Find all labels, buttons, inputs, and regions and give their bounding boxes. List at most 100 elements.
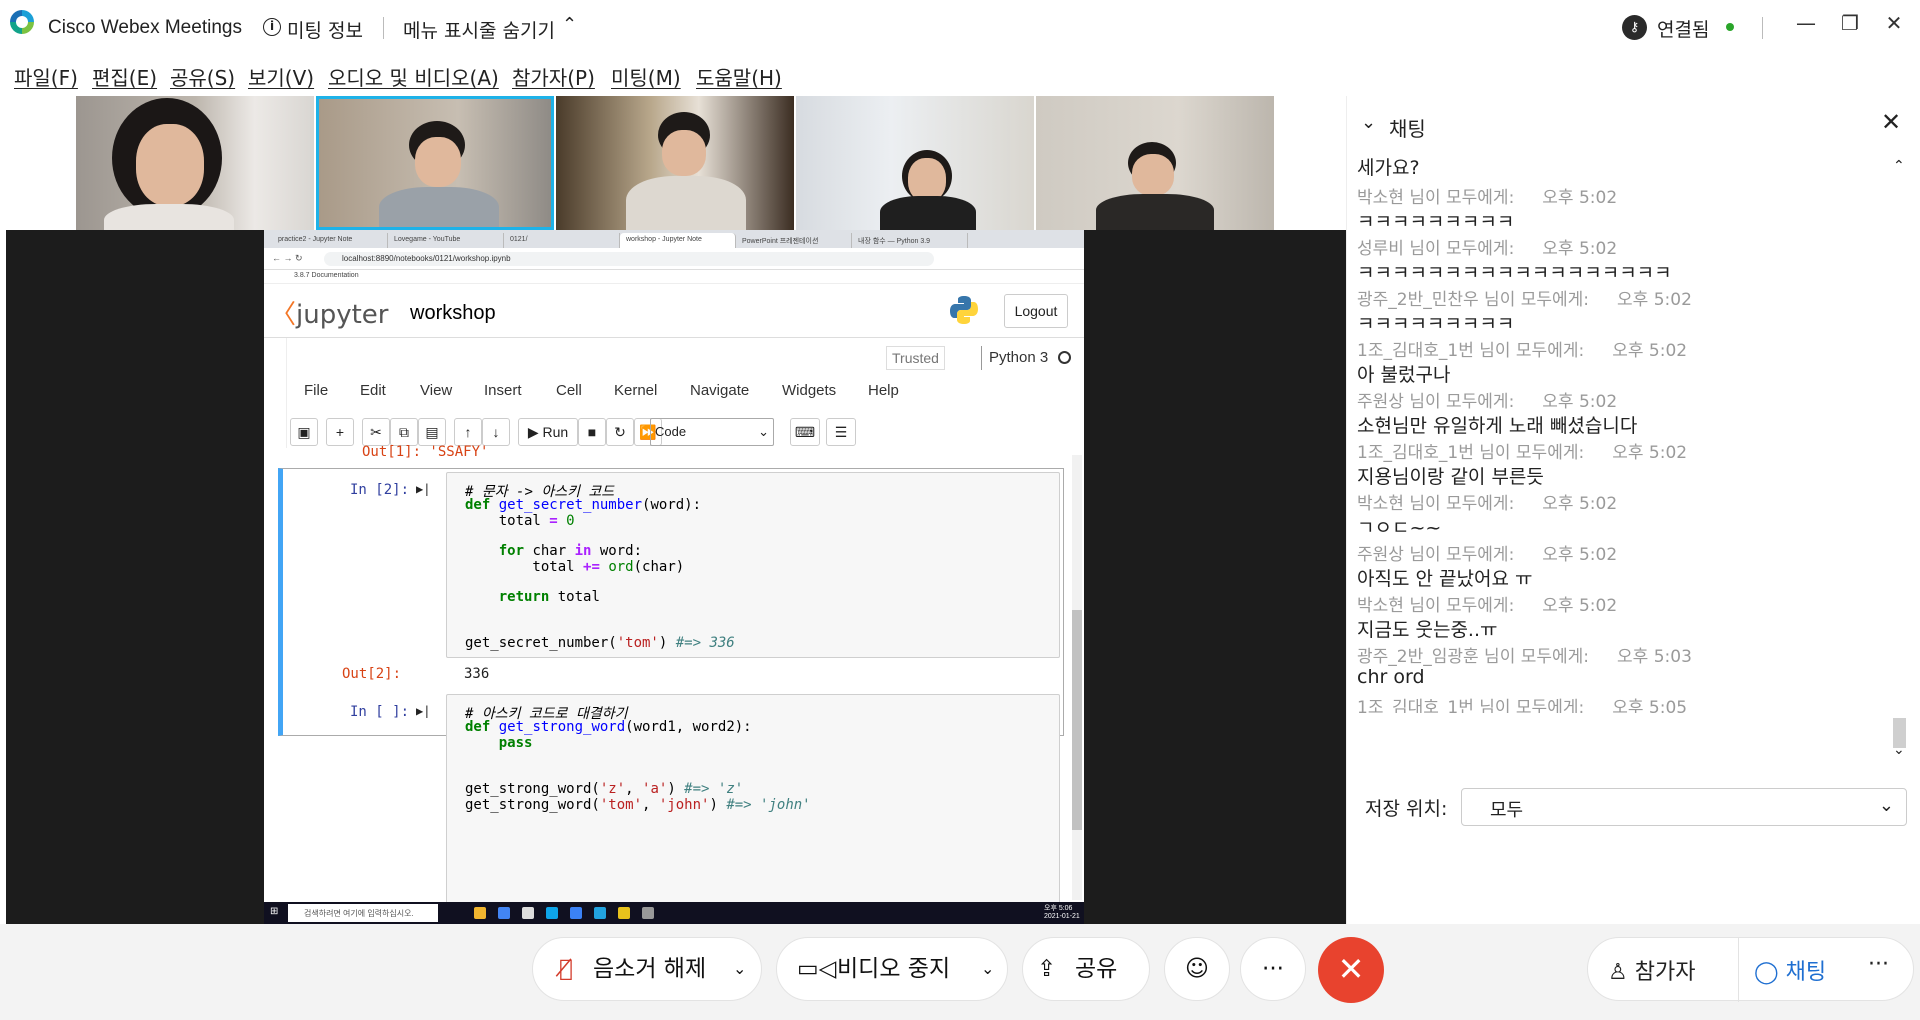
chevron-up-icon[interactable]: ⌃ bbox=[562, 14, 577, 35]
more-icon[interactable]: ··· bbox=[1868, 952, 1889, 977]
nb-menu-cell[interactable]: Cell bbox=[556, 382, 582, 399]
code-line: for char in word: bbox=[498, 543, 643, 559]
participant-video[interactable] bbox=[796, 96, 1034, 230]
meeting-info-button[interactable]: 미팅 정보 bbox=[287, 16, 363, 43]
nb-menu-edit[interactable]: Edit bbox=[360, 382, 386, 399]
run-cell-icon[interactable]: ▶| bbox=[416, 482, 430, 496]
participant-video[interactable] bbox=[556, 96, 794, 230]
menu-view[interactable]: 보기(V) bbox=[248, 62, 314, 91]
windows-taskbar: ⊞ 검색하려면 여기에 입력하십시오. 오후 5:06 2021-01-21 bbox=[264, 902, 1084, 924]
browser-tab[interactable]: 내장 함수 — Python 3.9 bbox=[852, 233, 968, 248]
stop-icon[interactable]: ■ bbox=[578, 418, 606, 446]
nav-arrows-icon[interactable]: ← → ↻ bbox=[272, 253, 303, 264]
browser-tab[interactable]: 0121/ bbox=[504, 233, 620, 248]
code-editor[interactable]: # 아스키 코드로 대결하기 def get_strong_word(word1… bbox=[446, 694, 1060, 924]
taskbar-search[interactable]: 검색하려면 여기에 입력하십시오. bbox=[288, 904, 438, 922]
info-icon[interactable]: i bbox=[263, 18, 281, 36]
nb-menu-file[interactable]: File bbox=[304, 382, 328, 399]
windows-start-icon[interactable]: ⊞ bbox=[270, 906, 278, 917]
hide-menubar-button[interactable]: 메뉴 표시줄 숨기기 bbox=[403, 16, 555, 43]
run-cell-icon[interactable]: ▶| bbox=[416, 704, 430, 718]
participant-video[interactable] bbox=[76, 96, 314, 230]
menu-audio-video[interactable]: 오디오 및 비디오(A) bbox=[328, 62, 499, 91]
browser-address-bar: ← → ↻ localhost:8890/notebooks/0121/work… bbox=[264, 248, 1084, 270]
paste-icon[interactable]: ▤ bbox=[418, 418, 446, 446]
unmute-button[interactable]: 🎙̸ 음소거 해제 ⌄ bbox=[532, 937, 762, 1001]
browser-tab[interactable]: Lovegame - YouTube bbox=[388, 233, 504, 248]
keyboard-icon[interactable]: ⌨ bbox=[790, 418, 820, 446]
browser-tab-active[interactable]: workshop - Jupyter Note bbox=[620, 233, 736, 248]
cut-icon[interactable]: ✂ bbox=[362, 418, 390, 446]
app-icon[interactable] bbox=[522, 907, 534, 919]
logout-button[interactable]: Logout bbox=[1004, 294, 1068, 328]
menu-meeting[interactable]: 미팅(M) bbox=[611, 62, 681, 91]
move-up-icon[interactable]: ↑ bbox=[454, 418, 482, 446]
code-line: get_strong_word('tom', 'john') #=> 'john… bbox=[465, 797, 811, 813]
save-icon[interactable]: ▣ bbox=[290, 418, 318, 446]
add-cell-icon[interactable]: + bbox=[326, 418, 354, 446]
chat-message-meta: 성루비 님이 모두에게: 오후 5:02 bbox=[1357, 234, 1887, 259]
nb-menu-kernel[interactable]: Kernel bbox=[614, 382, 657, 399]
copy-icon[interactable]: ⧉ bbox=[390, 418, 418, 446]
app-icon[interactable] bbox=[618, 907, 630, 919]
more-options-button[interactable]: ··· bbox=[1240, 937, 1306, 1001]
chat-time: 오후 5:02 bbox=[1542, 596, 1618, 616]
save-to-select[interactable]: 모두 ⌄ bbox=[1461, 788, 1907, 826]
close-icon[interactable]: ✕ bbox=[1881, 108, 1901, 136]
nb-menu-help[interactable]: Help bbox=[868, 382, 899, 399]
chat-message-list: 세가요? 박소현 님이 모두에게: 오후 5:02 ㅋㅋㅋㅋㅋㅋㅋㅋㅋ 성루비 님이 … bbox=[1357, 153, 1887, 713]
end-meeting-button[interactable]: ✕ bbox=[1318, 937, 1384, 1003]
nb-menu-navigate[interactable]: Navigate bbox=[690, 382, 749, 399]
scroll-up-icon[interactable]: ⌃ bbox=[1893, 158, 1905, 174]
code-line: return total bbox=[498, 589, 600, 605]
chat-button[interactable]: ◯ 채팅 bbox=[1754, 954, 1826, 986]
browser-tab[interactable]: practice2 - Jupyter Note bbox=[272, 233, 388, 248]
notebook-toolbar: ▣ + ✂ ⧉ ▤ ↑ ↓ ▶ Run ■ ↻ ⏩ Code ⌄ ⌨ ☰ bbox=[286, 412, 1066, 448]
folder-icon[interactable] bbox=[474, 907, 486, 919]
share-button[interactable]: ⇪ 공유 bbox=[1022, 937, 1150, 1001]
participant-video[interactable] bbox=[1036, 96, 1274, 230]
restore-button[interactable]: ❐ bbox=[1830, 6, 1870, 40]
move-down-icon[interactable]: ↓ bbox=[482, 418, 510, 446]
url-field[interactable]: localhost:8890/notebooks/0121/workshop.i… bbox=[324, 252, 934, 266]
stop-video-button[interactable]: ▭◁ 비디오 중지 ⌄ bbox=[776, 937, 1008, 1001]
menu-help[interactable]: 도움말(H) bbox=[696, 62, 782, 91]
code-editor[interactable]: # 문자 -> 아스키 코드 def get_secret_number(wor… bbox=[446, 472, 1060, 658]
chevron-down-icon[interactable]: ⌄ bbox=[981, 938, 994, 1000]
bookmark-item[interactable]: 3.8.7 Documentation bbox=[294, 272, 359, 279]
menu-edit[interactable]: 편집(E) bbox=[92, 62, 157, 91]
app-icon[interactable] bbox=[546, 907, 558, 919]
reactions-button[interactable]: ☺ bbox=[1164, 937, 1230, 1001]
command-palette-icon[interactable]: ☰ bbox=[826, 418, 856, 446]
close-window-button[interactable]: ✕ bbox=[1874, 6, 1914, 40]
menu-participants[interactable]: 참가자(P) bbox=[512, 62, 595, 91]
notebook-name[interactable]: workshop bbox=[410, 302, 496, 325]
menu-file[interactable]: 파일(F) bbox=[14, 62, 78, 91]
chrome-icon[interactable] bbox=[498, 907, 510, 919]
browser-tab-bar: practice2 - Jupyter Note Lovegame - YouT… bbox=[264, 230, 1084, 248]
chat-message-meta: 광주_2반_임광훈 님이 모두에게: 오후 5:03 bbox=[1357, 642, 1887, 667]
restart-icon[interactable]: ↻ bbox=[606, 418, 634, 446]
participants-button[interactable]: ♙ 참가자 bbox=[1608, 954, 1695, 986]
chat-message-meta: 주원상 님이 모두에게: 오후 5:02 bbox=[1357, 387, 1887, 412]
chat-scrollbar[interactable]: ⌃ ⌄ bbox=[1891, 158, 1907, 758]
trusted-badge[interactable]: Trusted bbox=[886, 346, 945, 370]
nb-menu-view[interactable]: View bbox=[420, 382, 452, 399]
nb-menu-insert[interactable]: Insert bbox=[484, 382, 522, 399]
vscode-icon[interactable] bbox=[594, 907, 606, 919]
browser-tab[interactable]: PowerPoint 프레젠테이션 bbox=[736, 233, 852, 248]
run-button[interactable]: ▶ Run bbox=[518, 418, 578, 446]
scroll-down-icon[interactable]: ⌄ bbox=[1893, 742, 1905, 758]
chevron-down-icon[interactable]: ⌄ bbox=[1361, 112, 1376, 133]
app-icon[interactable] bbox=[570, 907, 582, 919]
chat-message-meta: 박소현 님이 모두에게: 오후 5:02 bbox=[1357, 183, 1887, 208]
webex-logo-icon bbox=[10, 10, 34, 34]
participant-video-active[interactable] bbox=[316, 96, 554, 230]
cell-type-select[interactable]: Code ⌄ bbox=[650, 418, 774, 446]
menu-share[interactable]: 공유(S) bbox=[170, 62, 235, 91]
app-icon[interactable] bbox=[642, 907, 654, 919]
minimize-button[interactable]: — bbox=[1786, 6, 1826, 40]
notebook-scroll-thumb[interactable] bbox=[1072, 610, 1082, 830]
chevron-down-icon[interactable]: ⌄ bbox=[733, 938, 746, 1000]
nb-menu-widgets[interactable]: Widgets bbox=[782, 382, 836, 399]
